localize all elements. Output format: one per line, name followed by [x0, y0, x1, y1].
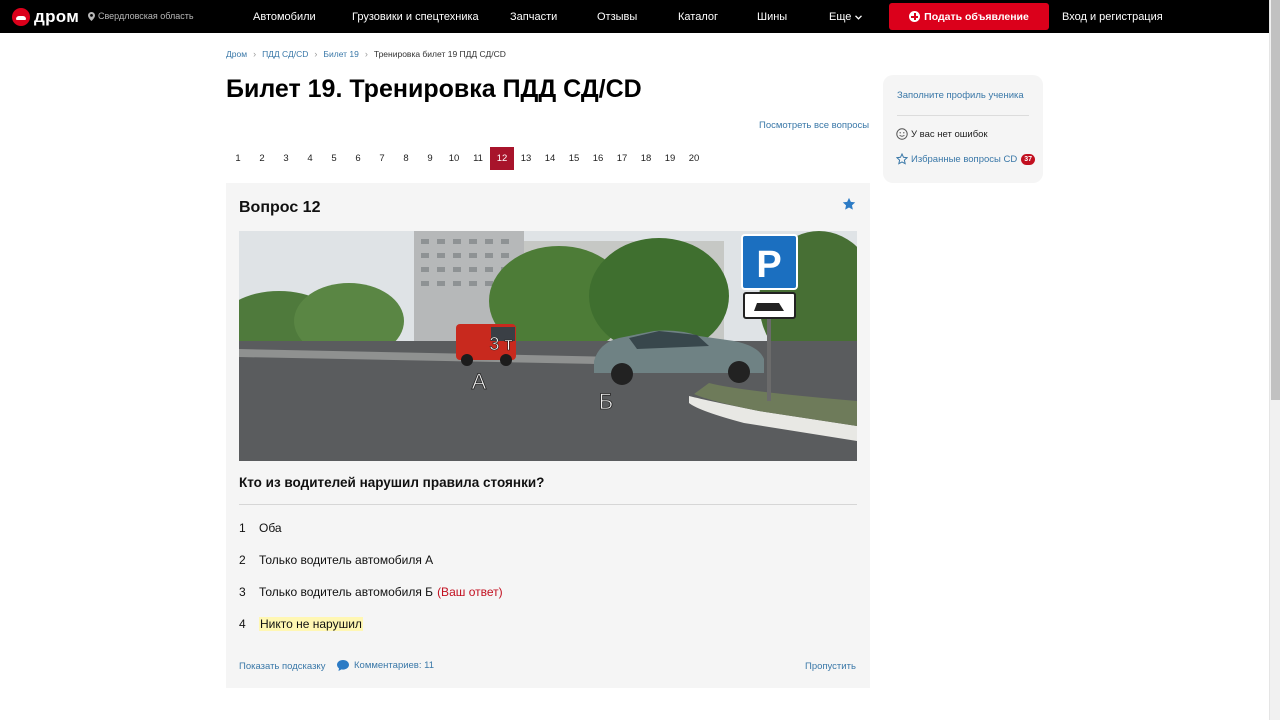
breadcrumb-current: Тренировка билет 19 ПДД СД/CD: [373, 49, 506, 59]
logo-car-icon: [12, 8, 30, 26]
page-number[interactable]: 4: [298, 147, 322, 170]
nav-trucks[interactable]: Грузовики и спецтехника: [352, 11, 479, 23]
answer-text: Оба: [259, 521, 282, 535]
nav-parts[interactable]: Запчасти: [510, 11, 557, 23]
favorites-count-badge: 37: [1021, 153, 1035, 165]
answer-option[interactable]: 2 Только водитель автомобиля А: [239, 553, 433, 567]
page-number[interactable]: 5: [322, 147, 346, 170]
car-b-label: Б: [599, 389, 613, 414]
svg-text:P: P: [756, 244, 781, 286]
answer-number: 4: [239, 617, 246, 631]
page-number[interactable]: 11: [466, 147, 490, 170]
nav-tires[interactable]: Шины: [757, 11, 787, 23]
breadcrumb: Дром › ПДД СД/CD › Билет 19 › Тренировка…: [226, 49, 506, 59]
page-number-active[interactable]: 12: [490, 147, 514, 170]
comments-link[interactable]: Комментариев: 11: [337, 660, 434, 671]
nav-cars[interactable]: Автомобили: [253, 11, 316, 23]
all-questions-link[interactable]: Посмотреть все вопросы: [759, 120, 869, 131]
question-title: Вопрос 12: [239, 199, 321, 216]
smile-icon: [896, 128, 908, 140]
chevron-down-icon: [855, 14, 863, 20]
breadcrumb-ticket[interactable]: Билет 19: [323, 49, 358, 59]
nav-more-label: Еще: [829, 11, 852, 23]
nav-catalog[interactable]: Каталог: [678, 11, 718, 23]
page-scrollbar[interactable]: [1269, 0, 1280, 720]
show-hint-link[interactable]: Показать подсказку: [239, 661, 325, 672]
student-sidebar: Заполните профиль ученика У вас нет ошиб…: [883, 75, 1043, 183]
page-number[interactable]: 20: [682, 147, 706, 170]
question-text: Кто из водителей нарушил правила стоянки…: [239, 475, 545, 490]
page-number[interactable]: 15: [562, 147, 586, 170]
fill-profile-link[interactable]: Заполните профиль ученика: [897, 90, 1024, 101]
page-number[interactable]: 19: [658, 147, 682, 170]
question-card: Вопрос 12 P 3 т А Б Кто из водителей нар…: [226, 183, 870, 688]
pin-icon: [88, 11, 95, 21]
page-number[interactable]: 9: [418, 147, 442, 170]
page-number[interactable]: 16: [586, 147, 610, 170]
page-number[interactable]: 1: [226, 147, 250, 170]
star-outline-icon: [896, 153, 908, 165]
answer-text: Никто не нарушил: [259, 617, 363, 631]
favorites-label: Избранные вопросы CD: [911, 153, 1018, 165]
scrollbar-thumb[interactable]: [1271, 0, 1280, 400]
nav-reviews[interactable]: Отзывы: [597, 11, 637, 23]
page-number[interactable]: 10: [442, 147, 466, 170]
answer-option[interactable]: 1 Оба: [239, 521, 282, 535]
answer-option-correct[interactable]: 4 Никто не нарушил: [239, 617, 363, 631]
page-number[interactable]: 18: [634, 147, 658, 170]
van-weight-label: 3 т: [489, 334, 512, 354]
page-number[interactable]: 17: [610, 147, 634, 170]
skip-link[interactable]: Пропустить: [805, 661, 856, 672]
post-ad-button[interactable]: Подать объявление: [889, 3, 1049, 30]
divider: [239, 504, 857, 505]
page-number[interactable]: 13: [514, 147, 538, 170]
page-title: Билет 19. Тренировка ПДД СД/CD: [226, 75, 642, 103]
region-label: Свердловская область: [98, 11, 194, 21]
breadcrumb-pdd[interactable]: ПДД СД/CD: [262, 49, 308, 59]
page-number[interactable]: 7: [370, 147, 394, 170]
answer-number: 3: [239, 585, 246, 599]
answer-number: 2: [239, 553, 246, 567]
post-ad-label: Подать объявление: [924, 10, 1029, 23]
page-number[interactable]: 8: [394, 147, 418, 170]
answer-option[interactable]: 3 Только водитель автомобиля Б (Ваш отве…: [239, 585, 503, 599]
comment-bubble-icon: [337, 660, 349, 671]
favorites-link[interactable]: Избранные вопросы CD 37: [896, 153, 1035, 165]
page-number[interactable]: 2: [250, 147, 274, 170]
answer-text: Только водитель автомобиля А: [259, 553, 434, 567]
page-number[interactable]: 14: [538, 147, 562, 170]
breadcrumb-separator: ›: [364, 49, 368, 59]
plus-circle-icon: [909, 11, 921, 22]
login-link[interactable]: Вход и регистрация: [1062, 11, 1163, 23]
answer-text: Только водитель автомобиля Б: [259, 585, 434, 599]
breadcrumb-separator: ›: [314, 49, 318, 59]
breadcrumb-separator: ›: [253, 49, 257, 59]
question-image: P 3 т А Б: [239, 231, 857, 461]
nav-more[interactable]: Еще: [829, 11, 863, 23]
car-a-label: А: [472, 369, 487, 394]
question-pagination: 1 2 3 4 5 6 7 8 9 10 11 12 13 14 15 16 1…: [226, 147, 706, 170]
top-navbar: дром Свердловская область Автомобили Гру…: [0, 0, 1269, 33]
answer-number: 1: [239, 521, 246, 535]
logo-text: дром: [34, 7, 80, 26]
region-selector[interactable]: Свердловская область: [88, 11, 194, 21]
your-answer-label: (Ваш ответ): [437, 585, 503, 599]
divider: [897, 115, 1029, 116]
page-number[interactable]: 6: [346, 147, 370, 170]
no-errors-label: У вас нет ошибок: [911, 128, 988, 140]
page-number[interactable]: 3: [274, 147, 298, 170]
comments-label: Комментариев: 11: [354, 660, 434, 671]
no-errors-row: У вас нет ошибок: [896, 128, 988, 140]
logo[interactable]: дром: [12, 7, 79, 27]
breadcrumb-home[interactable]: Дром: [226, 49, 247, 59]
star-icon[interactable]: [842, 197, 856, 211]
